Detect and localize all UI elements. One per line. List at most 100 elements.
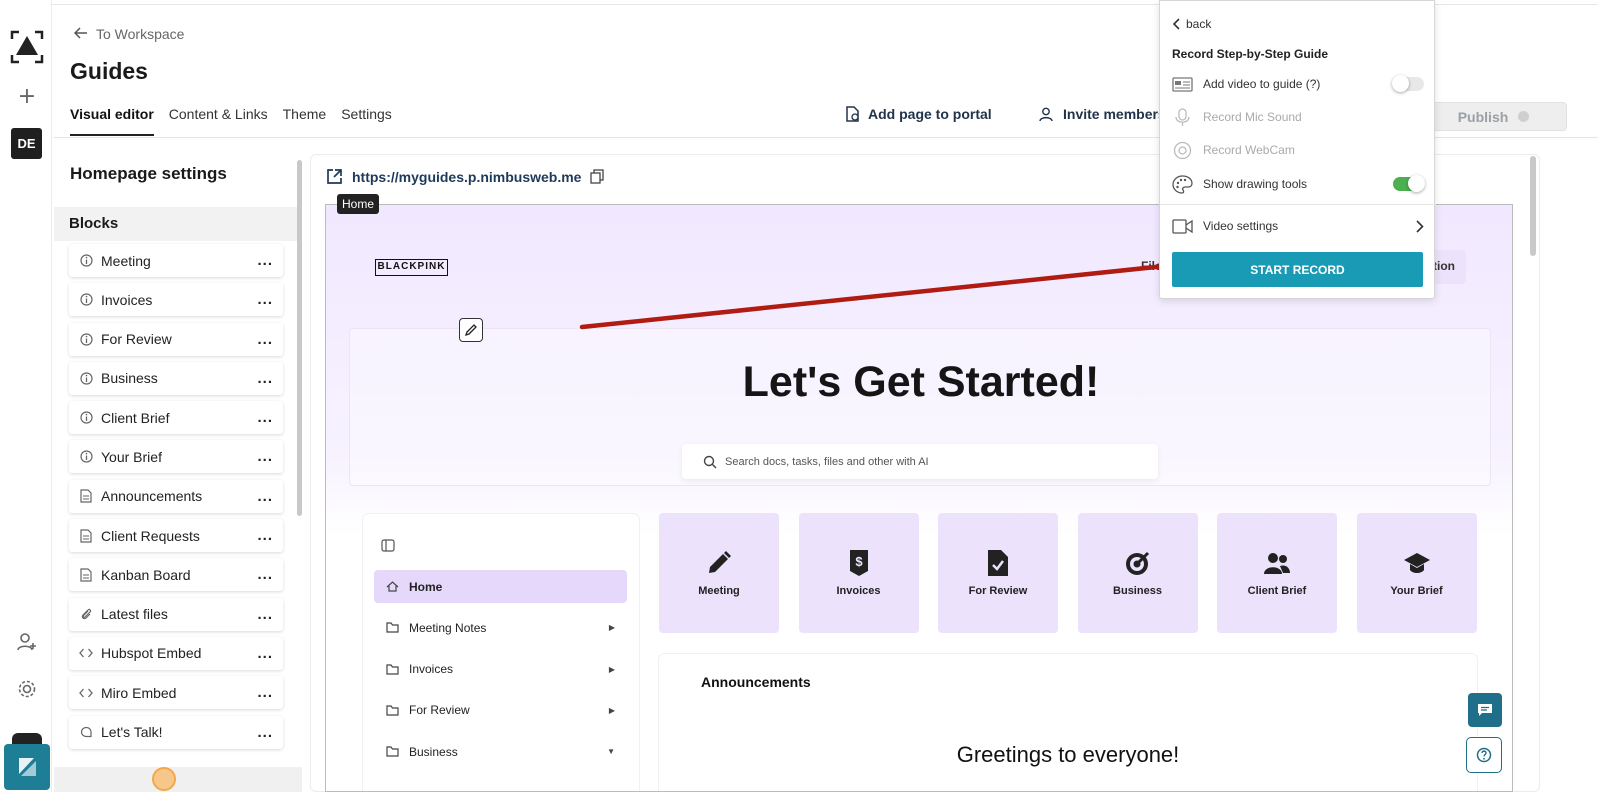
tab-settings[interactable]: Settings — [341, 104, 392, 136]
block-label: Client Requests — [101, 527, 200, 544]
option-label: Record WebCam — [1203, 143, 1295, 157]
more-options-icon[interactable]: ... — [257, 527, 273, 544]
tile-label: Your Brief — [1390, 585, 1443, 597]
chat-icon — [79, 725, 93, 739]
users-icon — [1263, 549, 1291, 577]
portal-nav-invoices[interactable]: Invoices ▶ — [374, 653, 627, 686]
tab-content-links[interactable]: Content & Links — [169, 104, 268, 136]
tile-invoices[interactable]: $ Invoices — [798, 513, 919, 633]
block-label: Business — [101, 370, 158, 387]
block-item-kanban-board[interactable]: Kanban Board... — [69, 558, 283, 592]
invite-members-button[interactable]: Invite members — [1039, 106, 1166, 122]
option-label: Record Mic Sound — [1203, 110, 1302, 124]
portal-url[interactable]: https://myguides.p.nimbusweb.me — [352, 169, 581, 185]
invite-label: Invite members — [1063, 106, 1166, 122]
more-options-icon[interactable]: ... — [257, 488, 273, 505]
tab-theme[interactable]: Theme — [283, 104, 327, 136]
help-avatar-icon[interactable] — [152, 767, 176, 791]
option-label: Add video to guide (?) — [1203, 77, 1321, 91]
option-record-webcam[interactable]: Record WebCam — [1172, 138, 1424, 162]
more-options-icon[interactable]: ... — [257, 606, 273, 623]
settings-gear-icon[interactable] — [16, 678, 38, 700]
tile-client-brief[interactable]: Client Brief — [1217, 513, 1337, 633]
preview-scrollbar[interactable] — [1530, 156, 1536, 256]
sidebar-collapse-icon[interactable] — [381, 539, 395, 552]
question-icon — [1476, 747, 1492, 763]
add-video-toggle[interactable] — [1392, 75, 1424, 92]
code-icon — [79, 686, 93, 700]
tile-business[interactable]: Business — [1077, 513, 1198, 633]
tile-label: Client Brief — [1247, 585, 1307, 597]
invite-user-icon[interactable] — [16, 631, 38, 653]
option-label: Show drawing tools — [1203, 177, 1308, 191]
more-options-icon[interactable]: ... — [257, 409, 273, 426]
block-item-latest-files[interactable]: Latest files... — [69, 597, 283, 631]
portal-nav-home[interactable]: Home — [374, 570, 627, 603]
more-options-icon[interactable]: ... — [257, 291, 273, 308]
more-options-icon[interactable]: ... — [257, 566, 273, 583]
copy-icon[interactable] — [590, 169, 605, 184]
external-link-icon[interactable] — [326, 168, 343, 185]
portal-nav-business[interactable]: Business ▼ — [374, 735, 627, 768]
tab-visual-editor[interactable]: Visual editor — [70, 104, 154, 136]
logo-icon[interactable] — [10, 30, 44, 64]
chat-icon — [1478, 704, 1492, 716]
settings-scrollbar[interactable] — [297, 160, 302, 516]
portal-search-input[interactable]: Search docs, tasks, files and other with… — [682, 444, 1158, 479]
back-to-workspace-link[interactable]: To Workspace — [73, 26, 184, 42]
start-record-button[interactable]: START RECORD — [1172, 252, 1423, 287]
option-drawing-tools[interactable]: Show drawing tools — [1172, 172, 1425, 196]
more-options-icon[interactable]: ... — [257, 448, 273, 465]
folder-icon — [386, 705, 399, 716]
block-list: Meeting... Invoices... For Review... Busine… — [69, 244, 283, 755]
more-options-icon[interactable]: ... — [257, 252, 273, 269]
popup-back-button[interactable]: back — [1172, 17, 1211, 31]
announcements-card: Announcements Greetings to everyone! — [659, 654, 1477, 791]
add-page-to-portal-button[interactable]: Add page to portal — [845, 106, 992, 122]
more-options-icon[interactable]: ... — [257, 645, 273, 662]
add-icon[interactable]: + — [16, 86, 38, 108]
tile-your-brief[interactable]: Your Brief — [1356, 513, 1477, 633]
edit-pencil-icon[interactable] — [459, 318, 483, 342]
tile-for-review[interactable]: For Review — [938, 513, 1058, 633]
popup-back-label: back — [1186, 17, 1212, 31]
help-button[interactable] — [1466, 737, 1502, 773]
block-item-miro-embed[interactable]: Miro Embed... — [69, 676, 283, 710]
info-icon — [79, 411, 93, 425]
more-options-icon[interactable]: ... — [257, 370, 273, 387]
portal-url-row: https://myguides.p.nimbusweb.me — [326, 168, 605, 185]
block-item-meeting[interactable]: Meeting... — [69, 244, 283, 277]
block-item-let-s-talk[interactable]: Let's Talk!... — [69, 715, 283, 749]
block-item-invoices[interactable]: Invoices... — [69, 283, 283, 317]
more-options-icon[interactable]: ... — [257, 331, 273, 348]
block-item-announcements[interactable]: Announcements... — [69, 479, 283, 513]
users-plus-icon — [1039, 107, 1053, 121]
option-add-video[interactable]: Add video to guide (?) — [1172, 72, 1424, 96]
popup-divider — [1160, 204, 1436, 205]
app-switch-icon[interactable] — [4, 744, 50, 790]
portal-nav-meeting-notes[interactable]: Meeting Notes ▶ — [374, 611, 627, 644]
block-item-business[interactable]: Business... — [69, 361, 283, 395]
publish-button[interactable]: Publish — [1420, 102, 1567, 131]
more-options-icon[interactable]: ... — [257, 724, 273, 741]
video-settings-row[interactable]: Video settings — [1172, 214, 1424, 238]
block-label: Your Brief — [101, 448, 162, 465]
blocks-label: Blocks — [69, 215, 119, 232]
hero-section: Let's Get Started! Search docs, tasks, f… — [349, 328, 1491, 486]
block-item-your-brief[interactable]: Your Brief... — [69, 440, 283, 474]
portal-logo[interactable]: BLACKPINK — [375, 259, 448, 276]
block-item-hubspot-embed[interactable]: Hubspot Embed... — [69, 636, 283, 670]
drawing-tools-toggle[interactable] — [1393, 175, 1425, 192]
option-record-mic[interactable]: Record Mic Sound — [1172, 105, 1424, 129]
avatar[interactable]: DE — [11, 128, 42, 159]
left-rail: + DE — [0, 0, 52, 792]
more-options-icon[interactable]: ... — [257, 684, 273, 701]
chat-button[interactable] — [1468, 693, 1502, 727]
graduation-cap-icon — [1403, 549, 1431, 577]
portal-nav-for-review[interactable]: For Review ▶ — [374, 694, 627, 727]
paperclip-icon — [79, 607, 93, 621]
block-item-client-brief[interactable]: Client Brief... — [69, 401, 283, 435]
block-item-client-requests[interactable]: Client Requests... — [69, 519, 283, 553]
block-item-for-review[interactable]: For Review... — [69, 322, 283, 356]
tile-meeting[interactable]: Meeting — [659, 513, 779, 633]
